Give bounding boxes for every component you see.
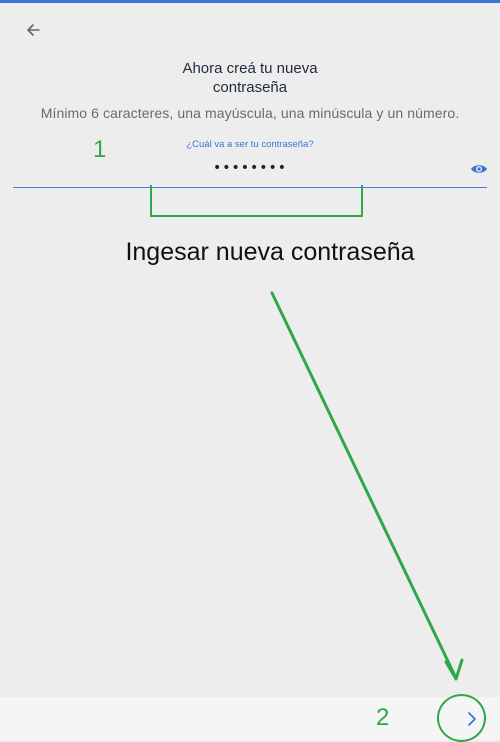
back-button[interactable]: [20, 18, 48, 42]
page-title-line2: contraseña: [212, 79, 288, 96]
annotation-step-1-text: Ingesar nueva contraseña: [125, 238, 415, 266]
eye-icon: [471, 165, 487, 173]
toggle-visibility-button[interactable]: [469, 161, 489, 177]
next-button[interactable]: [459, 706, 485, 732]
annotation-step-2: 2: [376, 704, 390, 731]
annotation-bracket: [150, 185, 363, 217]
password-requirements: Mínimo 6 caracteres, una mayúscula, una …: [40, 105, 460, 121]
annotation-step-1: 1: [93, 136, 107, 163]
page-title: Ahora creá tu nueva contraseña: [100, 59, 400, 97]
page-title-line1: Ahora creá tu nueva: [182, 60, 318, 77]
password-input[interactable]: [130, 157, 370, 179]
bottom-bar: [0, 697, 500, 740]
password-field-label: ¿Cuál va a ser tu contraseña?: [186, 139, 314, 150]
top-accent-line: [0, 0, 500, 3]
chevron-right-icon: [468, 712, 476, 726]
arrow-left-icon: [27, 24, 40, 36]
